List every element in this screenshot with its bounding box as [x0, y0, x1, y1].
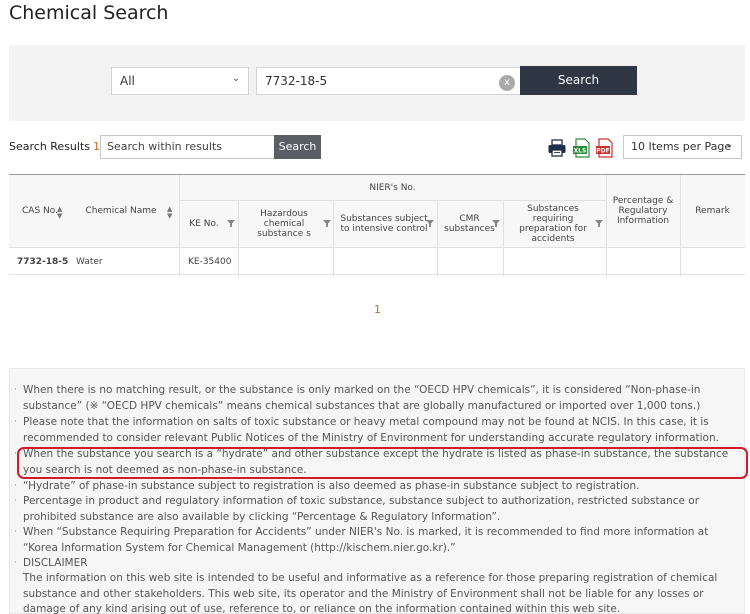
- disclaimer-text: The information on this web site is inte…: [23, 572, 718, 614]
- notice-text: When there is no matching result, or the…: [23, 384, 701, 412]
- sort-icon[interactable]: ▲ ▼: [57, 206, 62, 220]
- notice-item: · “Hydrate” of phase-in substance subject…: [14, 479, 733, 495]
- column-header-chemical-name[interactable]: Chemical Name: [71, 175, 171, 247]
- filter-icon[interactable]: [323, 220, 331, 227]
- column-divider: [333, 200, 334, 276]
- search-within-input[interactable]: Search within results: [100, 135, 275, 159]
- filter-icon[interactable]: [426, 220, 434, 227]
- column-header-percentage: Percentage & Regulatory Information: [609, 175, 677, 247]
- column-divider: [606, 175, 607, 276]
- column-header-cas-label: CAS No.: [22, 206, 58, 216]
- chevron-down-icon: ⌄: [231, 73, 240, 84]
- column-divider: [238, 200, 239, 276]
- sort-icon[interactable]: ▲ ▼: [167, 206, 172, 220]
- results-table: CAS No. ▲ ▼ Chemical Name ▲ ▼ NIER's No. K…: [9, 174, 745, 276]
- column-group-nier-label: NIER's No.: [369, 182, 416, 193]
- column-header-hazardous-label: Hazardous chemical substance s: [257, 208, 311, 239]
- cell-chemical-name[interactable]: Water: [76, 257, 103, 267]
- column-divider: [503, 200, 504, 276]
- column-divider: [437, 200, 438, 276]
- notice-text: Percentage in product and regulatory inf…: [23, 495, 700, 523]
- filter-icon[interactable]: [595, 220, 603, 227]
- notice-item: · When “Substance Requiring Preparation f…: [14, 525, 733, 556]
- category-select-value: All: [120, 74, 135, 88]
- search-button[interactable]: Search: [520, 66, 637, 95]
- disclaimer-heading: DISCLAIMER: [23, 557, 88, 569]
- category-select[interactable]: All ⌄: [111, 67, 249, 95]
- bullet: ·: [14, 558, 17, 568]
- column-header-hazardous[interactable]: Hazardous chemical substance s: [241, 200, 327, 247]
- pdf-icon[interactable]: PDF: [595, 138, 615, 158]
- bullet: ·: [14, 496, 17, 506]
- header-divider: [9, 247, 745, 248]
- excel-icon[interactable]: XLS: [572, 138, 592, 158]
- notice-panel: · When there is no matching result, or th…: [9, 368, 748, 614]
- column-header-ke-label: KE No.: [189, 218, 219, 229]
- column-header-intensive-label: Substances subject to intensive control: [340, 213, 428, 234]
- search-input-value: 7732-18-5: [265, 74, 328, 88]
- column-header-intensive[interactable]: Substances subject to intensive control: [339, 200, 429, 247]
- print-icon[interactable]: [547, 138, 567, 158]
- column-group-nier: NIER's No.: [179, 175, 606, 200]
- search-results-label: Search Results 1: [9, 140, 100, 153]
- notice-text: “Hydrate” of phase-in substance subject …: [23, 480, 640, 492]
- column-header-cmr[interactable]: CMR substances: [442, 200, 497, 247]
- notice-item: · DISCLAIMER: [14, 556, 733, 572]
- column-header-remark: Remark: [680, 175, 745, 247]
- search-within-button[interactable]: Search: [274, 135, 321, 159]
- column-header-remark-label: Remark: [695, 206, 730, 216]
- clear-icon[interactable]: x: [499, 75, 515, 91]
- notice-text: Please note that the information on salt…: [23, 416, 719, 444]
- items-per-page-select[interactable]: 10 Items per Page ⌄: [623, 135, 742, 159]
- items-per-page-value: 10 Items per Page: [631, 140, 732, 153]
- bullet: ·: [14, 481, 17, 491]
- search-results-text: Search Results: [9, 140, 91, 153]
- column-header-ke[interactable]: KE No.: [179, 200, 229, 247]
- notice-item: · Please note that the information on sal…: [14, 415, 733, 446]
- notice-text: When “Substance Requiring Preparation fo…: [23, 526, 709, 554]
- notice-item: · Percentage in product and regulatory in…: [14, 494, 733, 525]
- search-results-count: 1: [93, 140, 101, 153]
- cell-ke[interactable]: KE-35400: [188, 257, 231, 267]
- notice-item: · When there is no matching result, or th…: [14, 383, 733, 414]
- highlight-outline: [17, 447, 748, 479]
- cell-cas[interactable]: 7732-18-5: [17, 257, 68, 267]
- pagination-page[interactable]: 1: [374, 303, 381, 316]
- column-header-accidents-label: Substances requiring preparation for acc…: [519, 203, 587, 244]
- bullet: ·: [14, 527, 17, 537]
- column-header-chemical-name-label: Chemical Name: [85, 206, 157, 216]
- column-header-cmr-label: CMR substances: [444, 213, 495, 234]
- bullet: ·: [14, 385, 17, 395]
- chevron-down-icon: ⌄: [725, 140, 733, 150]
- bullet: ·: [14, 417, 17, 427]
- excel-icon-text: XLS: [574, 148, 587, 155]
- search-input[interactable]: 7732-18-5: [256, 67, 524, 95]
- column-header-percentage-label: Percentage & Regulatory Information: [612, 196, 674, 226]
- pdf-icon-text: PDF: [596, 148, 609, 155]
- page-title: Chemical Search: [9, 2, 169, 24]
- filter-icon[interactable]: [492, 220, 500, 227]
- filter-icon[interactable]: [227, 220, 235, 227]
- column-header-accidents[interactable]: Substances requiring preparation for acc…: [508, 200, 598, 247]
- search-panel: All ⌄ 7732-18-5 x Search: [9, 45, 745, 121]
